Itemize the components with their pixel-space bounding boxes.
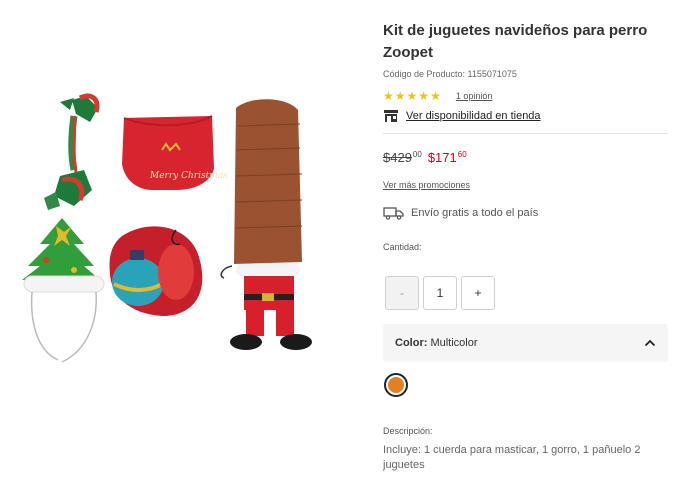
divider [383, 133, 668, 134]
product-code: Código de Producto: 1155071075 [383, 69, 517, 79]
truck-icon [383, 207, 404, 220]
store-icon [384, 110, 398, 122]
color-swatch-multicolor[interactable] [384, 373, 408, 397]
quantity-label: Cantidad: [383, 242, 422, 252]
color-accordion[interactable]: Color: Multicolor [383, 324, 668, 362]
chevron-up-icon[interactable] [644, 339, 656, 347]
color-label: Color: [395, 337, 428, 349]
bandana: Merry Christmas [122, 115, 228, 190]
description-label: Descripción: [383, 426, 433, 436]
star-icon: ★ [406, 89, 418, 103]
product-title: Kit de juguetes navideños para perro Zoo… [383, 22, 648, 61]
color-swatch-fill [388, 377, 404, 393]
store-availability-link[interactable]: Ver disponibilidad en tienda [406, 110, 541, 122]
ornament-plush [109, 226, 203, 316]
more-promotions-link[interactable]: Ver más promociones [383, 180, 470, 190]
shipping-row: Envío gratis a todo el país [383, 205, 538, 221]
description-text: Incluye: 1 cuerda para masticar, 1 gorro… [383, 444, 641, 471]
old-price-cents: 00 [412, 150, 422, 159]
rope-toy [44, 93, 100, 210]
old-price: $429 [383, 150, 412, 165]
store-availability-row[interactable]: Ver disponibilidad en tienda [383, 108, 541, 124]
sale-price-cents: 60 [457, 150, 467, 159]
product-image[interactable]: Merry Christmas [0, 0, 372, 480]
decrease-quantity-button[interactable]: - [385, 276, 419, 310]
santa-chimney-plush [220, 99, 312, 350]
quantity-input[interactable]: 1 [423, 276, 457, 310]
rating-row: ★ ★ ★ ★ ★ 1 opinión [383, 89, 492, 103]
star-icon: ★ [430, 89, 441, 103]
color-value: Multicolor [430, 337, 478, 349]
bandana-text: Merry Christmas [149, 171, 228, 181]
star-icon: ★ [383, 89, 394, 103]
star-icon: ★ [394, 89, 406, 103]
shipping-text: Envío gratis a todo el país [411, 207, 539, 219]
sale-price: $171 [427, 150, 457, 165]
color-selection-text: Color: Multicolor [395, 337, 478, 349]
product-photo: Merry Christmas [22, 93, 312, 363]
quantity-stepper: - 1 + [385, 276, 495, 310]
increase-quantity-button[interactable]: + [461, 276, 495, 310]
reviews-link[interactable]: 1 opinión [456, 91, 493, 101]
tree-hat [22, 218, 105, 363]
star-icon: ★ [418, 89, 430, 103]
price-row: $429 00 $171 60 [383, 150, 467, 165]
